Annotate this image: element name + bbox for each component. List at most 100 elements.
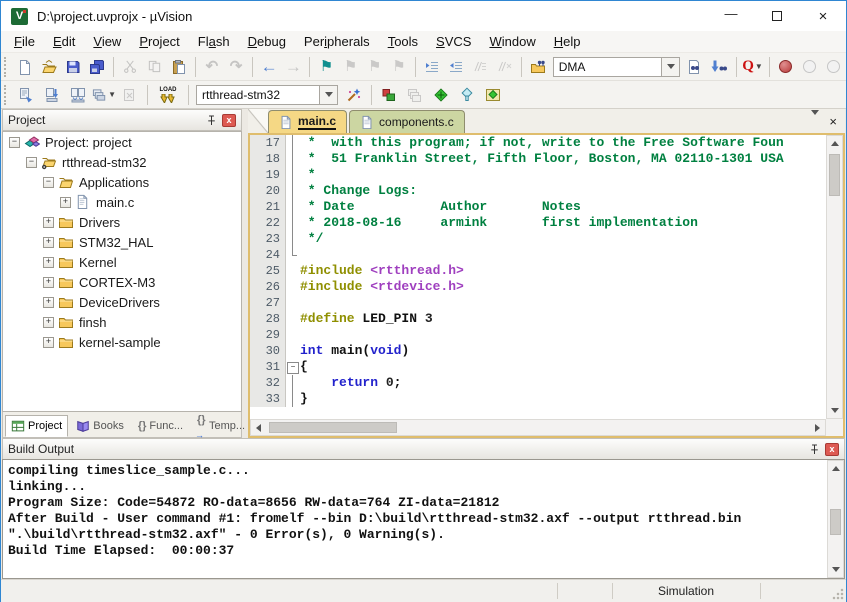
resize-grip[interactable] xyxy=(832,588,844,600)
uncomment-icon[interactable] xyxy=(493,55,515,79)
redo-icon[interactable]: ↷ xyxy=(225,55,247,79)
download-icon[interactable]: LOAD xyxy=(153,83,183,107)
menu-peripherals[interactable]: Peripherals xyxy=(295,32,379,51)
code-line-22[interactable]: 22 * 2018-08-16 armink first implementat… xyxy=(250,215,826,231)
stop-build-icon[interactable] xyxy=(118,83,142,107)
tree-item-label[interactable]: CORTEX-M3 xyxy=(79,275,155,290)
chevron-down-icon[interactable] xyxy=(661,57,680,77)
code-line-20[interactable]: 20 * Change Logs: xyxy=(250,183,826,199)
navigate-forward-icon[interactable]: → xyxy=(282,55,304,79)
chevron-down-icon[interactable] xyxy=(319,85,338,105)
expand-icon[interactable]: + xyxy=(43,217,54,228)
build-output-content[interactable]: compiling timeslice_sample.c...linking..… xyxy=(2,459,845,579)
tree-item-label[interactable]: finsh xyxy=(79,315,106,330)
code-area[interactable]: 17 * with this program; if not, write to… xyxy=(250,135,826,419)
tree-item-label[interactable]: Drivers xyxy=(79,215,120,230)
expand-icon[interactable]: + xyxy=(43,277,54,288)
tree-item-kernel-sample[interactable]: + kernel-sample xyxy=(3,332,241,352)
menu-file[interactable]: File xyxy=(5,32,44,51)
bookmark-toggle-icon[interactable]: ⚑ xyxy=(315,55,337,79)
menu-svcs[interactable]: SVCS xyxy=(427,32,480,51)
rebuild-icon[interactable] xyxy=(66,83,90,107)
editor-vertical-scrollbar[interactable] xyxy=(826,135,843,419)
pin-icon[interactable] xyxy=(204,113,218,127)
code-line-18[interactable]: 18 * 51 Franklin Street, Fifth Floor, Bo… xyxy=(250,151,826,167)
tree-item-applications[interactable]: − Applications xyxy=(3,172,241,192)
indent-icon[interactable] xyxy=(421,55,443,79)
find-combo[interactable]: DMA xyxy=(553,57,680,77)
tree-item-label[interactable]: Project: project xyxy=(45,135,132,150)
incremental-find-icon[interactable] xyxy=(708,55,730,79)
menu-window[interactable]: Window xyxy=(480,32,544,51)
tree-item-devicedrivers[interactable]: +DeviceDrivers xyxy=(3,292,241,312)
find-in-files-icon[interactable] xyxy=(527,55,549,79)
target-combo[interactable]: rtthread-stm32 xyxy=(196,85,338,105)
menu-help[interactable]: Help xyxy=(545,32,590,51)
expand-icon[interactable]: + xyxy=(43,317,54,328)
scroll-up-icon[interactable] xyxy=(828,461,843,476)
code-line-29[interactable]: 29 xyxy=(250,327,826,343)
panel-tab-books[interactable]: Books xyxy=(70,415,130,437)
scroll-down-icon[interactable] xyxy=(827,403,842,418)
menu-debug[interactable]: Debug xyxy=(239,32,295,51)
menu-project[interactable]: Project xyxy=(130,32,188,51)
copy-icon[interactable] xyxy=(144,55,166,79)
scrollbar-thumb[interactable] xyxy=(829,154,840,196)
target-options-icon[interactable] xyxy=(342,83,366,107)
bookmark-prev-icon[interactable]: ⚑ xyxy=(340,55,362,79)
tree-item-drivers[interactable]: + Drivers xyxy=(3,212,241,232)
tab-list-chevron-icon[interactable] xyxy=(811,115,819,129)
menu-flash[interactable]: Flash xyxy=(189,32,239,51)
editor-close-icon[interactable]: × xyxy=(829,114,837,129)
fold-collapse-icon[interactable] xyxy=(286,359,300,375)
menu-view[interactable]: View xyxy=(84,32,130,51)
open-file-icon[interactable] xyxy=(38,55,60,79)
code-line-17[interactable]: 17 * with this program; if not, write to… xyxy=(250,135,826,151)
code-line-27[interactable]: 27 xyxy=(250,295,826,311)
navigate-back-icon[interactable]: ← xyxy=(258,55,280,79)
code-line-23[interactable]: 23 */ xyxy=(250,231,826,247)
pack-installer-icon[interactable] xyxy=(481,83,505,107)
tree-item-finsh[interactable]: + finsh xyxy=(3,312,241,332)
code-line-31[interactable]: 31{ xyxy=(250,359,826,375)
collapse-icon[interactable]: − xyxy=(9,137,20,148)
code-line-28[interactable]: 28#define LED_PIN 3 xyxy=(250,311,826,327)
select-packs-icon[interactable] xyxy=(455,83,479,107)
tree-item-label[interactable]: Applications xyxy=(79,175,149,190)
code-line-19[interactable]: 19 * xyxy=(250,167,826,183)
tree-item-label[interactable]: Kernel xyxy=(79,255,117,270)
code-line-25[interactable]: 25#include <rtthread.h> xyxy=(250,263,826,279)
tree-item-label[interactable]: kernel-sample xyxy=(79,335,161,350)
expand-icon[interactable]: + xyxy=(43,237,54,248)
scroll-left-icon[interactable] xyxy=(251,420,266,435)
editor-horizontal-scrollbar[interactable] xyxy=(250,419,826,436)
tree-item-stm32-hal[interactable]: +STM32_HAL xyxy=(3,232,241,252)
tree-item-rtthread-stm32[interactable]: − rtthread-stm32 xyxy=(3,152,241,172)
outdent-icon[interactable] xyxy=(445,55,467,79)
expand-icon[interactable]: + xyxy=(43,337,54,348)
bookmark-next-icon[interactable]: ⚑ xyxy=(364,55,386,79)
find-next-icon[interactable] xyxy=(684,55,706,79)
close-button[interactable]: × xyxy=(800,1,846,31)
bookmark-clear-icon[interactable]: ⚑ xyxy=(388,55,410,79)
toolbar-grip[interactable] xyxy=(4,85,9,105)
tree-item-label[interactable]: DeviceDrivers xyxy=(79,295,160,310)
breakpoint-icon[interactable] xyxy=(775,55,797,79)
build-output-scrollbar[interactable] xyxy=(827,460,844,578)
scroll-down-icon[interactable] xyxy=(828,562,843,577)
pin-icon[interactable] xyxy=(807,442,821,456)
code-line-33[interactable]: 33} xyxy=(250,391,826,407)
collapse-icon[interactable]: − xyxy=(26,157,37,168)
toolbar-grip[interactable] xyxy=(4,57,9,77)
menu-edit[interactable]: Edit xyxy=(44,32,84,51)
collapse-icon[interactable]: − xyxy=(43,177,54,188)
manage-layers-icon[interactable] xyxy=(403,83,427,107)
paste-icon[interactable] xyxy=(168,55,190,79)
new-file-icon[interactable] xyxy=(14,55,36,79)
tree-item-label[interactable]: rtthread-stm32 xyxy=(62,155,147,170)
scroll-right-icon[interactable] xyxy=(810,420,825,435)
scroll-up-icon[interactable] xyxy=(827,136,842,151)
save-icon[interactable] xyxy=(62,55,84,79)
quick-find-icon[interactable]: Q▼ xyxy=(741,55,763,79)
cut-icon[interactable] xyxy=(119,55,141,79)
